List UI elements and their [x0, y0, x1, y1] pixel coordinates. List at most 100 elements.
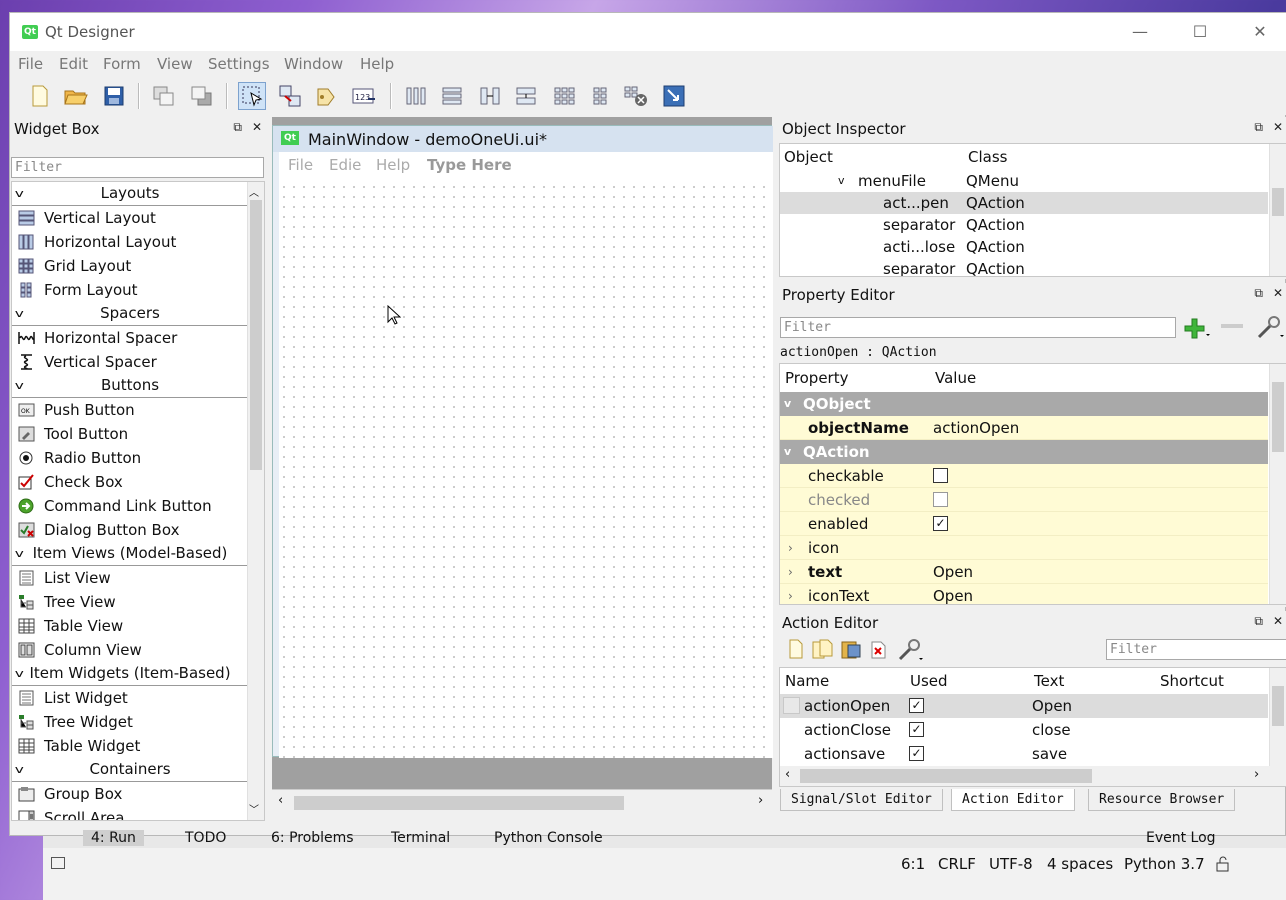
layout-form-icon[interactable] [586, 82, 614, 110]
menu-settings[interactable]: Settings [208, 55, 270, 73]
menu-edit[interactable]: Edit [59, 55, 88, 73]
form-canvas[interactable]: File Edie Help Type Here [279, 152, 773, 758]
edit-tab-order-icon[interactable]: 123 [350, 82, 378, 110]
scroll-up-icon[interactable]: ︿ [249, 184, 259, 199]
enabled-checkbox[interactable]: ✓ [933, 516, 948, 531]
float-icon[interactable]: ⧉ [1254, 614, 1263, 628]
widget-scroll-area[interactable]: Scroll Area [12, 806, 248, 820]
action-filter-input[interactable]: Filter [1106, 639, 1286, 660]
property-table-scrollbar[interactable] [1269, 364, 1286, 604]
widget-table-widget[interactable]: Table Widget [12, 734, 248, 758]
layout-vertical-splitter-icon[interactable] [512, 82, 540, 110]
action-table-hscrollbar[interactable]: ‹ › [780, 766, 1286, 786]
form-menu-help[interactable]: Help [376, 156, 410, 174]
close-dock-icon[interactable]: ✕ [1273, 120, 1283, 134]
copy-action-icon[interactable] [812, 639, 834, 659]
save-form-icon[interactable] [100, 82, 128, 110]
bring-to-front-icon[interactable] [188, 82, 216, 110]
layout-vertically-icon[interactable] [438, 82, 466, 110]
category-layouts[interactable]: v Layouts [12, 182, 248, 206]
property-filter-input[interactable]: Filter [780, 317, 1176, 338]
ide-tool-event-log[interactable]: Event Log [1146, 830, 1216, 846]
checked-checkbox[interactable] [933, 492, 948, 507]
group-qobject[interactable]: v QObject [780, 392, 1268, 416]
widget-vertical-layout[interactable]: Vertical Layout [12, 206, 248, 230]
scroll-right-icon[interactable]: › [1254, 767, 1259, 782]
widget-grid-layout[interactable]: Grid Layout [12, 254, 248, 278]
float-icon[interactable]: ⧉ [233, 120, 242, 134]
menu-form[interactable]: Form [103, 55, 141, 73]
minimize-button[interactable]: — [1110, 13, 1170, 51]
form-menu-type-here[interactable]: Type Here [427, 156, 512, 174]
ide-tool-terminal[interactable]: Terminal [391, 830, 450, 846]
add-dynamic-property-icon[interactable] [1184, 317, 1210, 339]
widget-list-widget[interactable]: List Widget [12, 686, 248, 710]
ide-tool-problems[interactable]: 6: Problems [271, 830, 354, 846]
remove-property-icon[interactable] [1221, 323, 1243, 331]
tab-resource-browser[interactable]: Resource Browser [1088, 789, 1236, 811]
widget-command-link-button[interactable]: Command Link Button [12, 494, 248, 518]
group-qaction[interactable]: v QAction [780, 440, 1268, 464]
category-spacers[interactable]: v Spacers [12, 302, 248, 326]
form-menu-edie[interactable]: Edie [329, 156, 361, 174]
tree-row[interactable]: acti...lose QAction [780, 236, 1286, 258]
mdi-hscrollbar[interactable]: ‹ › [272, 789, 772, 813]
widget-horizontal-layout[interactable]: Horizontal Layout [12, 230, 248, 254]
checkable-checkbox[interactable] [933, 468, 948, 483]
widget-column-view[interactable]: Column View [12, 638, 248, 662]
property-enabled[interactable]: enabled ✓ [780, 512, 1268, 536]
scroll-down-icon[interactable]: ﹀ [249, 801, 259, 816]
new-action-icon[interactable] [788, 639, 804, 659]
close-dock-icon[interactable]: ✕ [252, 120, 262, 134]
status-encoding[interactable]: UTF-8 [989, 855, 1033, 873]
category-buttons[interactable]: v Buttons [12, 374, 248, 398]
lock-icon[interactable] [1215, 856, 1231, 872]
chevron-right-icon[interactable]: › [788, 560, 793, 584]
float-icon[interactable]: ⧉ [1254, 286, 1263, 300]
used-checkbox[interactable]: ✓ [909, 722, 924, 737]
tree-row-selected[interactable]: act...pen QAction [780, 192, 1268, 214]
new-form-icon[interactable] [26, 82, 54, 110]
close-dock-icon[interactable]: ✕ [1273, 614, 1283, 628]
close-dock-icon[interactable]: ✕ [1273, 286, 1283, 300]
action-table-vscrollbar[interactable] [1269, 668, 1286, 766]
scroll-left-icon[interactable]: ‹ [278, 793, 283, 808]
tree-row[interactable]: v menuFile QMenu [780, 170, 1286, 192]
property-text[interactable]: › text Open [780, 560, 1268, 584]
property-checked[interactable]: checked [780, 488, 1268, 512]
menu-window[interactable]: Window [284, 55, 343, 73]
adjust-size-icon[interactable] [660, 82, 688, 110]
close-button[interactable]: ✕ [1230, 13, 1286, 51]
menu-file[interactable]: File [18, 55, 43, 73]
status-line-ending[interactable]: CRLF [938, 855, 976, 873]
maximize-button[interactable]: ☐ [1170, 13, 1230, 51]
category-item-views[interactable]: v Item Views (Model-Based) [12, 542, 248, 566]
delete-action-icon[interactable] [870, 641, 888, 659]
ide-tool-todo[interactable]: TODO [185, 830, 226, 846]
tab-action-editor[interactable]: Action Editor [951, 789, 1075, 811]
status-position[interactable]: 6:1 [901, 855, 925, 873]
widget-dialog-button-box[interactable]: Dialog Button Box [12, 518, 248, 542]
scroll-thumb[interactable] [250, 200, 262, 470]
widget-push-button[interactable]: OK Push Button [12, 398, 248, 422]
tree-row[interactable]: separator QAction [780, 214, 1286, 236]
edit-signals-slots-icon[interactable] [276, 82, 304, 110]
used-checkbox[interactable]: ✓ [909, 698, 924, 713]
widget-group-box[interactable]: Group Box [12, 782, 248, 806]
scroll-left-icon[interactable]: ‹ [785, 767, 790, 782]
break-layout-icon[interactable] [622, 82, 650, 110]
send-to-back-icon[interactable] [150, 82, 178, 110]
property-icon[interactable]: › icon [780, 536, 1268, 560]
layout-horizontally-icon[interactable] [402, 82, 430, 110]
hscroll-thumb[interactable] [800, 769, 1092, 783]
paste-action-icon[interactable] [840, 639, 862, 659]
configure-icon[interactable] [1256, 315, 1284, 341]
tab-signal-slot-editor[interactable]: Signal/Slot Editor [780, 789, 943, 811]
edit-buddies-icon[interactable] [312, 82, 340, 110]
chevron-right-icon[interactable]: › [788, 584, 793, 604]
widget-tool-button[interactable]: Tool Button [12, 422, 248, 446]
widget-filter-input[interactable]: Filter [11, 157, 264, 178]
layout-toggle-icon[interactable] [51, 857, 65, 869]
layout-grid-icon[interactable] [550, 82, 578, 110]
open-form-icon[interactable] [62, 82, 90, 110]
